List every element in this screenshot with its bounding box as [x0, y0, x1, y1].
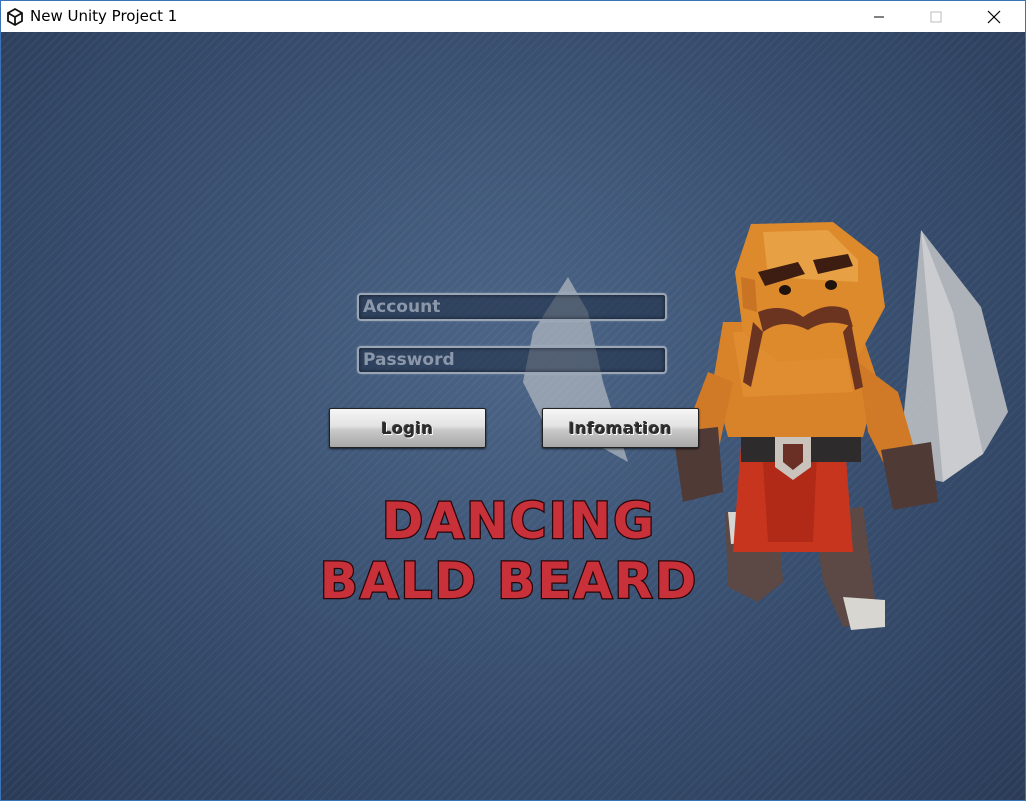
maximize-button[interactable]: [913, 1, 959, 32]
logo-line-2: BALD BEARD: [320, 552, 699, 608]
account-input[interactable]: [359, 295, 665, 319]
unity-icon: [7, 7, 23, 27]
maximize-icon: [930, 11, 942, 22]
information-button[interactable]: Infomation: [542, 408, 699, 448]
logo-line-1: DANCING: [382, 492, 656, 550]
title-bar[interactable]: New Unity Project 1: [1, 1, 1025, 32]
password-input[interactable]: [359, 348, 665, 372]
close-icon: [987, 10, 1001, 23]
minimize-icon: [874, 16, 884, 17]
account-field[interactable]: [357, 293, 667, 321]
minimize-button[interactable]: [856, 1, 902, 32]
game-logo: DANCING BALD BEARD: [318, 491, 699, 608]
password-field[interactable]: [357, 346, 667, 374]
login-button[interactable]: Login: [329, 408, 486, 448]
close-button[interactable]: [971, 1, 1017, 32]
app-window: New Unity Project 1 Account Login Infoma…: [0, 0, 1026, 801]
game-viewport: Login Infomation DANCING BALD BEARD: [1, 32, 1025, 800]
window-title: New Unity Project 1: [30, 7, 178, 25]
